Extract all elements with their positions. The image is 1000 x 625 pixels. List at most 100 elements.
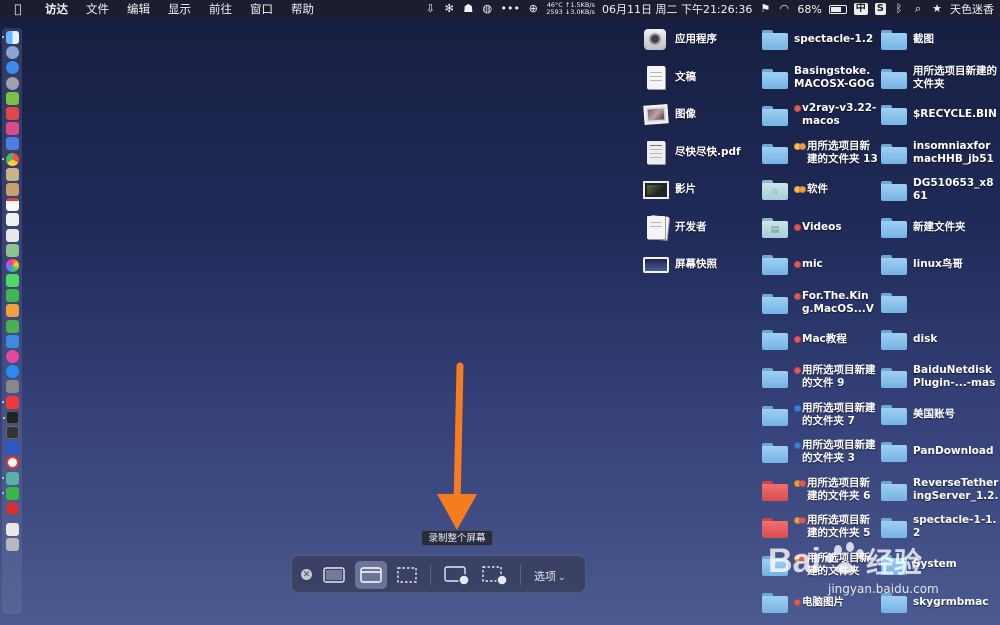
dock-calendar-icon[interactable]	[5, 198, 19, 212]
spotlight-icon[interactable]: ⌕	[912, 3, 924, 15]
desktop-folder[interactable]	[879, 290, 999, 315]
desktop-folder[interactable]: v2ray-v3.22-macos	[760, 102, 878, 128]
desktop-folder[interactable]: 用所选项目新建的文件 9	[760, 364, 878, 390]
battery-percent[interactable]: 68%	[797, 3, 821, 16]
dock-facetime-icon[interactable]	[5, 289, 19, 303]
dock-safari-icon[interactable]	[5, 61, 19, 75]
globe-icon[interactable]: ⊕	[527, 3, 539, 15]
bluetooth-icon[interactable]: ᛒ	[893, 3, 905, 15]
dock-android-icon[interactable]	[5, 91, 19, 105]
desktop-folder[interactable]: 用所选项目新建的文件夹	[879, 65, 999, 91]
desktop-folder[interactable]: ReverseTetheringServer_1.2.0	[879, 477, 999, 503]
user-name[interactable]: 天色迷香	[950, 1, 994, 17]
desktop-folder[interactable]: For.The.King.MacOS...VATED	[760, 290, 878, 316]
desktop-folder[interactable]: 截图	[879, 27, 1000, 52]
desktop-folder[interactable]: 用所选项目新建的文件夹 5	[760, 514, 878, 540]
sync-icon[interactable]: ◍	[481, 3, 493, 15]
dock-maps-icon[interactable]	[5, 243, 19, 257]
dock-vivaldi-icon[interactable]	[1, 395, 19, 409]
capture-window-button[interactable]	[355, 561, 387, 589]
desktop-folder[interactable]: 用所选项目新建的文件夹 13	[760, 140, 878, 166]
dock-finder-icon[interactable]	[1, 31, 19, 45]
desktop-folder[interactable]: ⌂ 软件	[760, 177, 878, 202]
dock-yandex-icon[interactable]	[5, 456, 19, 470]
desktop-folder[interactable]: 用所选项目新建的文件夹 6	[760, 477, 878, 503]
dock-app-blue-icon[interactable]	[5, 137, 19, 151]
desktop-folder[interactable]: mic	[760, 252, 878, 277]
desktop-folder[interactable]: PanDownload	[879, 439, 999, 464]
capture-entire-screen-button[interactable]	[318, 561, 350, 589]
menu-go[interactable]: 前往	[200, 1, 241, 17]
dock-chrome-icon[interactable]	[1, 152, 19, 166]
dock-messages-icon[interactable]	[5, 274, 19, 288]
desktop-folder[interactable]: Mac教程	[760, 327, 878, 352]
dock-rocket-icon[interactable]	[5, 76, 19, 90]
desktop-folder[interactable]: ▤ Videos	[760, 215, 878, 240]
clock[interactable]: 06月11日 周二 下午21:26:36	[602, 1, 752, 17]
options-menu-button[interactable]: 选项 ⌄	[534, 568, 566, 584]
desktop-folder[interactable]: Basingstoke.MACOSX-GOG	[760, 65, 878, 91]
dots-icon[interactable]: •••	[500, 3, 520, 15]
dock-photos-icon[interactable]	[5, 258, 19, 272]
dock-keynote-icon[interactable]	[5, 334, 19, 348]
capture-selection-button[interactable]	[391, 561, 423, 589]
desktop-item-documents[interactable]: 文稿	[641, 65, 759, 90]
desktop-folder[interactable]: DG510653_x861	[879, 177, 999, 203]
desktop-item-developer[interactable]: 开发者	[641, 215, 759, 240]
desktop-item-pdf[interactable]: 尽快尽快.pdf	[641, 140, 759, 165]
desktop-folder[interactable]: spectacle-1-1.2	[879, 514, 999, 540]
desktop-item-pictures[interactable]: 图像	[641, 102, 759, 127]
desktop-folder[interactable]: linux鸟哥	[879, 252, 999, 277]
apple-menu-icon[interactable]: 	[0, 2, 36, 16]
desktop-folder[interactable]: insomniaxformacHHB_jb51	[879, 140, 999, 166]
menu-edit[interactable]: 编辑	[118, 1, 159, 17]
record-selection-button[interactable]	[478, 561, 512, 589]
desktop-folder[interactable]: spectacle-1.2	[760, 27, 878, 52]
dock-vpn-icon[interactable]	[5, 441, 19, 455]
star-icon[interactable]: ★	[931, 3, 943, 15]
battery-icon[interactable]	[828, 4, 847, 14]
desktop-folder[interactable]: 用所选项目新建的文件夹 7	[760, 402, 878, 428]
s-app-icon[interactable]: S	[874, 3, 886, 15]
close-icon[interactable]: ✕	[301, 569, 312, 580]
gear-icon[interactable]: ✻	[443, 3, 455, 15]
dock-app-red-icon[interactable]	[5, 107, 19, 121]
network-monitor[interactable]: 46°C ↑1.5KB/s 2593 ↓3.0KB/s	[546, 2, 595, 16]
bookmark-icon[interactable]: ⚑	[759, 3, 771, 15]
desktop-folder[interactable]: disk	[879, 327, 999, 352]
dock-app-pink-icon[interactable]	[5, 122, 19, 136]
dock-netease-icon[interactable]	[5, 501, 19, 515]
dock-wechat-icon[interactable]	[1, 486, 19, 500]
wifi-icon[interactable]: ◠	[778, 3, 790, 15]
menu-window[interactable]: 窗口	[241, 1, 282, 17]
desktop-folder[interactable]: 新建文件夹	[879, 215, 999, 240]
dock-preview-icon[interactable]	[5, 228, 19, 242]
desktop-folder[interactable]: $RECYCLE.BIN	[879, 102, 1000, 127]
dock-activity-icon[interactable]	[5, 425, 19, 439]
dock-launchpad-icon[interactable]	[5, 46, 19, 60]
dock-trash-icon[interactable]	[5, 538, 19, 552]
dock-numbers-icon[interactable]	[5, 319, 19, 333]
dock-preferences-icon[interactable]	[5, 380, 19, 394]
dock-textedit-icon[interactable]	[5, 213, 19, 227]
menu-view[interactable]: 显示	[159, 1, 200, 17]
desktop-folder[interactable]: 用所选项目新建的文件夹 3	[760, 439, 878, 465]
dock-itunes-icon[interactable]	[5, 350, 19, 364]
desktop-folder[interactable]: 美国账号	[879, 402, 999, 427]
download-icon[interactable]: ⇩	[424, 3, 436, 15]
dock-pages-icon[interactable]	[5, 304, 19, 318]
desktop-folder[interactable]: BaiduNetdiskPlugin-...-master	[879, 364, 999, 390]
input-method[interactable]: 中	[853, 3, 868, 15]
dock-notes-icon[interactable]	[5, 167, 19, 181]
dock-screenshot-icon[interactable]	[1, 471, 19, 485]
dock-documents-icon[interactable]	[5, 523, 19, 537]
dock-terminal-icon[interactable]	[2, 410, 19, 424]
desktop-item-screenshots[interactable]: 屏幕快照	[641, 252, 759, 277]
desktop-item-movies[interactable]: 影片	[641, 177, 759, 202]
menu-finder[interactable]: 访达	[36, 1, 77, 17]
ghost-icon[interactable]: ☗	[462, 3, 474, 15]
record-entire-screen-button[interactable]	[440, 561, 474, 589]
desktop-item-applications[interactable]: 应用程序	[641, 27, 759, 52]
dock-appstore-icon[interactable]	[5, 365, 19, 379]
menu-help[interactable]: 帮助	[282, 1, 323, 17]
